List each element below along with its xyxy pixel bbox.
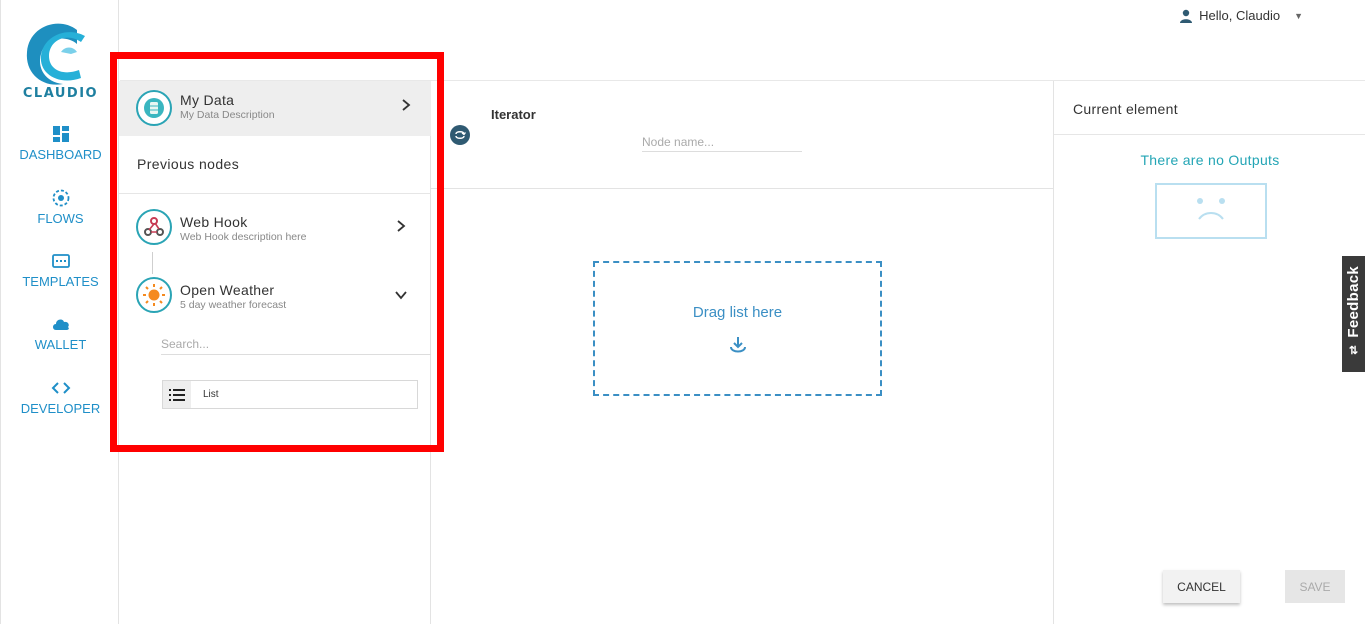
nav-label: DEVELOPER (20, 401, 101, 416)
nav-dashboard[interactable]: DASHBOARD (1, 124, 120, 162)
nav-flows[interactable]: FLOWS (1, 188, 120, 226)
nav-label: DASHBOARD (19, 147, 102, 162)
list-icon (163, 381, 191, 408)
user-greeting: Hello, Claudio (1199, 8, 1281, 23)
nav-templates[interactable]: TEMPLATES (1, 251, 120, 289)
node-header: Iterator (431, 81, 1053, 189)
nav-label: TEMPLATES (22, 274, 99, 289)
my-data-description: My Data Description (180, 109, 275, 121)
nav-developer[interactable]: DEVELOPER (1, 378, 120, 416)
chevron-right-icon[interactable] (394, 219, 408, 233)
feedback-label: Feedback (1345, 266, 1362, 338)
node-name-input[interactable] (642, 132, 802, 152)
node-connector (152, 252, 153, 274)
cancel-button[interactable]: CANCEL (1163, 570, 1240, 603)
caret-down-icon: ▼ (1294, 10, 1303, 21)
nav-label: FLOWS (37, 211, 84, 226)
sad-face-icon (1155, 183, 1267, 239)
feedback-tab[interactable]: Feedback ⇅ (1342, 256, 1365, 372)
save-button[interactable]: SAVE (1285, 570, 1345, 603)
nav-label: WALLET (34, 337, 87, 352)
download-icon (729, 337, 746, 353)
cloud-icon (52, 319, 69, 330)
nav-wallet[interactable]: WALLET (1, 314, 120, 352)
dashboard-icon (52, 126, 69, 142)
code-icon (51, 382, 70, 394)
my-data-item[interactable]: My Data My Data Description (119, 81, 431, 136)
flows-icon (52, 189, 69, 207)
drop-zone-text: Drag list here (692, 304, 783, 321)
no-outputs-text: There are no Outputs (1140, 152, 1280, 168)
list-output-item[interactable]: List (162, 380, 418, 409)
top-bar: Hello, Claudio ▼ (120, 0, 1365, 81)
open-weather-description: 5 day weather forecast (180, 299, 287, 311)
open-weather-title: Open Weather (180, 282, 275, 298)
webhook-title: Web Hook (180, 214, 248, 230)
divider (119, 193, 431, 194)
left-nav: CLAUDIO DASHBOARD FLOWS TEMPLATES WALLET… (0, 0, 119, 624)
list-item-label: List (203, 389, 219, 400)
current-element-panel: Current element There are no Outputs CAN… (1053, 81, 1365, 624)
iterator-icon (450, 125, 470, 145)
user-icon (1180, 9, 1193, 23)
previous-nodes-title: Previous nodes (137, 156, 240, 172)
current-element-header: Current element (1054, 81, 1365, 135)
webhook-icon (136, 209, 172, 245)
templates-icon (51, 254, 70, 268)
webhook-description: Web Hook description here (180, 231, 307, 243)
my-data-title: My Data (180, 92, 235, 108)
center-editor: Iterator Drag list here (431, 81, 1053, 624)
current-element-title: Current element (1073, 101, 1178, 117)
search-input[interactable] (161, 333, 431, 355)
chevron-right-icon[interactable] (399, 98, 413, 112)
chevron-down-icon[interactable] (394, 288, 408, 302)
feedback-icon: ⇅ (1348, 344, 1359, 357)
database-icon (136, 90, 172, 126)
user-menu[interactable]: Hello, Claudio ▼ (1179, 8, 1303, 23)
sun-icon (136, 277, 172, 313)
brand-name: CLAUDIO (22, 86, 99, 101)
drop-zone[interactable]: Drag list here (593, 261, 882, 396)
nodes-panel: My Data My Data Description Previous nod… (119, 81, 431, 624)
node-title: Iterator (491, 107, 536, 122)
